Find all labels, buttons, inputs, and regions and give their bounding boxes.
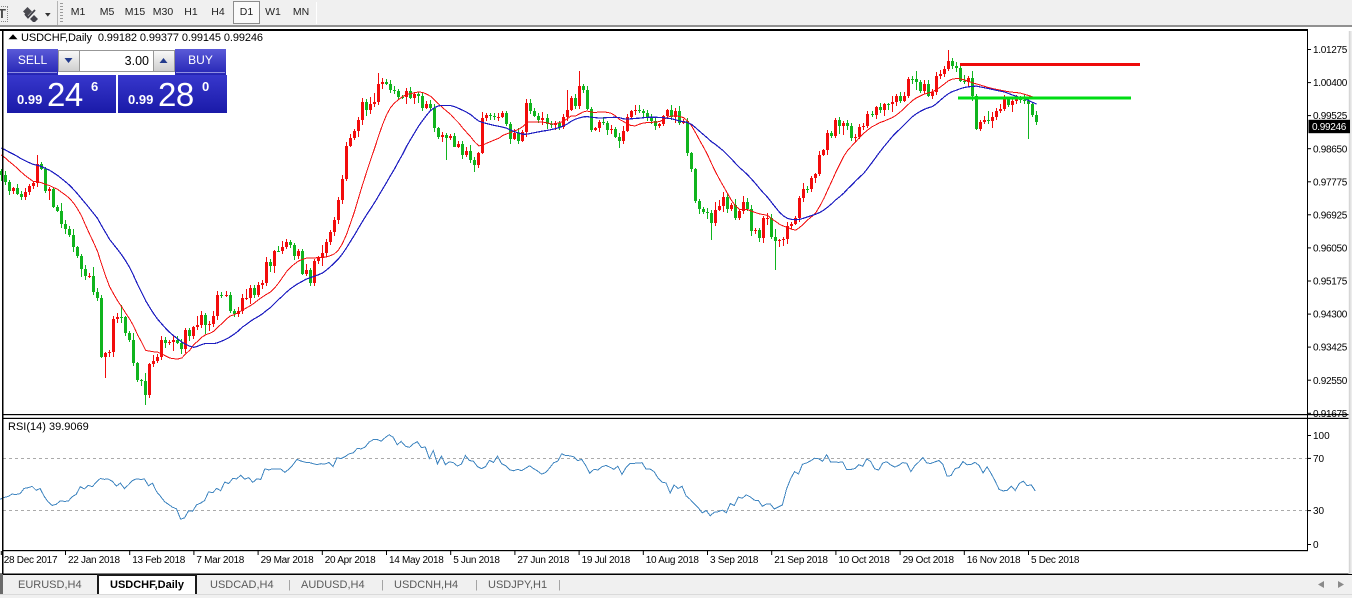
- svg-text:21 Sep 2018: 21 Sep 2018: [774, 555, 828, 566]
- svg-text:14 May 2018: 14 May 2018: [389, 555, 444, 566]
- svg-text:0.99246: 0.99246: [1312, 122, 1347, 133]
- svg-text:USDCHF,Daily 0.99182 0.99377: USDCHF,Daily 0.99182 0.99377 0.99145 0.9…: [21, 32, 263, 44]
- svg-text:0.96925: 0.96925: [1313, 210, 1348, 221]
- svg-text:30: 30: [1313, 506, 1325, 517]
- svg-text:100: 100: [1313, 431, 1330, 442]
- svg-text:1.01275: 1.01275: [1313, 45, 1348, 56]
- svg-text:16 Nov 2018: 16 Nov 2018: [967, 555, 1021, 566]
- svg-text:0.91675: 0.91675: [1313, 409, 1348, 420]
- svg-text:RSI(14) 39.9069: RSI(14) 39.9069: [8, 421, 89, 433]
- svg-text:0.94300: 0.94300: [1313, 310, 1348, 321]
- svg-text:0.92550: 0.92550: [1313, 376, 1348, 387]
- svg-text:3 Sep 2018: 3 Sep 2018: [710, 555, 759, 566]
- svg-text:5 Dec 2018: 5 Dec 2018: [1031, 555, 1080, 566]
- svg-text:0: 0: [1313, 540, 1319, 551]
- svg-text:5 Jun 2018: 5 Jun 2018: [453, 555, 500, 566]
- svg-text:70: 70: [1313, 454, 1325, 465]
- svg-text:0.96050: 0.96050: [1313, 244, 1348, 255]
- svg-text:0.93425: 0.93425: [1313, 343, 1348, 354]
- svg-text:13 Feb 2018: 13 Feb 2018: [132, 555, 186, 566]
- svg-text:29 Mar 2018: 29 Mar 2018: [261, 555, 315, 566]
- svg-text:0.95175: 0.95175: [1313, 277, 1348, 288]
- svg-text:28 Dec 2017: 28 Dec 2017: [4, 555, 58, 566]
- svg-text:27 Jun 2018: 27 Jun 2018: [517, 555, 569, 566]
- svg-text:29 Oct 2018: 29 Oct 2018: [903, 555, 955, 566]
- svg-text:1.00400: 1.00400: [1313, 78, 1348, 89]
- svg-text:7 Mar 2018: 7 Mar 2018: [196, 555, 244, 566]
- svg-text:0.97775: 0.97775: [1313, 177, 1348, 188]
- svg-text:22 Jan 2018: 22 Jan 2018: [68, 555, 120, 566]
- svg-text:10 Oct 2018: 10 Oct 2018: [838, 555, 890, 566]
- svg-text:19 Jul 2018: 19 Jul 2018: [582, 555, 631, 566]
- svg-text:10 Aug 2018: 10 Aug 2018: [646, 555, 700, 566]
- svg-text:20 Apr 2018: 20 Apr 2018: [325, 555, 376, 566]
- svg-text:0.98650: 0.98650: [1313, 144, 1348, 155]
